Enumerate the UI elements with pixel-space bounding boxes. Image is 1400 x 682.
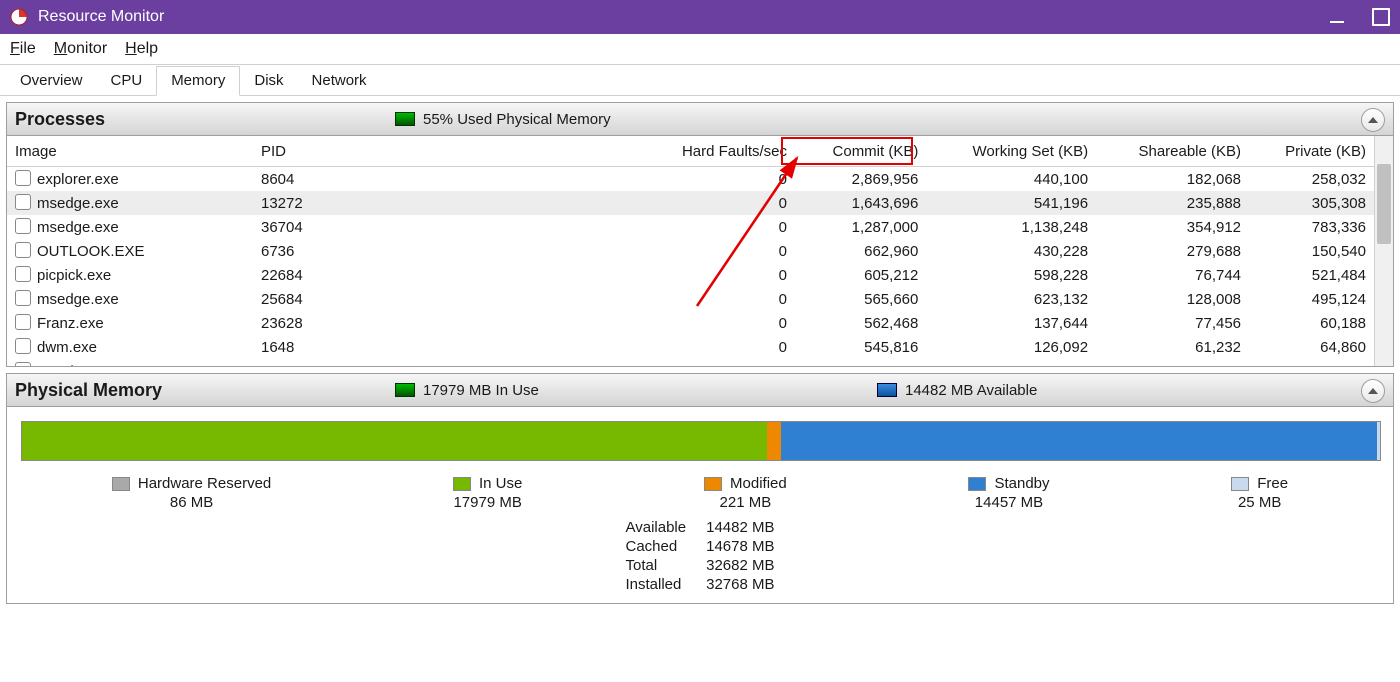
tab-disk[interactable]: Disk (240, 67, 297, 95)
physical-memory-header[interactable]: Physical Memory 17979 MB In Use 14482 MB… (7, 374, 1393, 407)
table-row[interactable]: OUTLOOK.EXE67360662,960430,228279,688150… (7, 239, 1374, 263)
row-checkbox[interactable] (15, 362, 31, 366)
col-pid[interactable]: PID (253, 136, 409, 167)
legend-in-use: In Use 17979 MB (453, 475, 522, 511)
processes-collapse-button[interactable] (1361, 108, 1385, 132)
physical-available-text: 14482 MB Available (905, 382, 1037, 399)
tab-network[interactable]: Network (298, 67, 381, 95)
window-titlebar: Resource Monitor (0, 0, 1400, 34)
memory-usage-icon (395, 112, 415, 126)
tab-bar: Overview CPU Memory Disk Network (0, 65, 1400, 96)
legend-hw-reserved: Hardware Reserved 86 MB (112, 475, 271, 511)
table-row[interactable]: msedge.exe256840565,660623,132128,008495… (7, 287, 1374, 311)
memory-legend: Hardware Reserved 86 MB In Use 17979 MB … (21, 475, 1379, 511)
physical-memory-body: Hardware Reserved 86 MB In Use 17979 MB … (7, 407, 1393, 603)
chevron-up-icon (1368, 117, 1378, 123)
row-checkbox[interactable] (15, 266, 31, 282)
processes-table: Image PID Hard Faults/sec Commit (KB) Wo… (7, 136, 1374, 366)
row-checkbox[interactable] (15, 242, 31, 258)
window-minimize-button[interactable] (1330, 21, 1344, 23)
processes-usage-text: 55% Used Physical Memory (423, 111, 611, 128)
membar-modified (767, 422, 781, 460)
row-checkbox[interactable] (15, 218, 31, 234)
window-maximize-button[interactable] (1372, 8, 1390, 26)
processes-panel-title: Processes (15, 109, 395, 130)
physical-collapse-button[interactable] (1361, 379, 1385, 403)
available-icon (877, 383, 897, 397)
membar-free (1377, 422, 1380, 460)
menu-file[interactable]: File (10, 40, 36, 58)
processes-header-row: Image PID Hard Faults/sec Commit (KB) Wo… (7, 136, 1374, 167)
physical-memory-panel: Physical Memory 17979 MB In Use 14482 MB… (6, 373, 1394, 604)
scrollbar-thumb[interactable] (1377, 164, 1391, 244)
legend-free: Free 25 MB (1231, 475, 1288, 511)
window-title: Resource Monitor (38, 8, 164, 26)
row-checkbox[interactable] (15, 314, 31, 330)
table-row[interactable]: msedge.exe3670401,287,0001,138,248354,91… (7, 215, 1374, 239)
table-row[interactable]: msedge.exe1327201,643,696541,196235,8883… (7, 191, 1374, 215)
tab-cpu[interactable]: CPU (97, 67, 157, 95)
membar-standby (781, 422, 1377, 460)
table-row[interactable]: msedge.exe282800500,056542,77688,748454,… (7, 359, 1374, 366)
in-use-icon (395, 383, 415, 397)
memory-summary: Available14482 MB Cached14678 MB Total32… (21, 519, 1379, 593)
table-row[interactable]: picpick.exe226840605,212598,22876,744521… (7, 263, 1374, 287)
row-checkbox[interactable] (15, 338, 31, 354)
chevron-up-icon (1368, 388, 1378, 394)
processes-panel: Processes 55% Used Physical Memory Image… (6, 102, 1394, 367)
table-row[interactable]: dwm.exe16480545,816126,09261,23264,860 (7, 335, 1374, 359)
physical-in-use-text: 17979 MB In Use (423, 382, 539, 399)
tab-memory[interactable]: Memory (156, 66, 240, 96)
menu-bar: File Monitor Help (0, 34, 1400, 65)
col-working-set[interactable]: Working Set (KB) (926, 136, 1096, 167)
col-commit[interactable]: Commit (KB) (795, 136, 926, 167)
col-shareable[interactable]: Shareable (KB) (1096, 136, 1249, 167)
membar-in-use (22, 422, 767, 460)
processes-table-wrap: Image PID Hard Faults/sec Commit (KB) Wo… (7, 136, 1393, 366)
col-private[interactable]: Private (KB) (1249, 136, 1374, 167)
menu-monitor[interactable]: Monitor (54, 40, 107, 58)
table-row[interactable]: explorer.exe860402,869,956440,100182,068… (7, 167, 1374, 192)
table-row[interactable]: Franz.exe236280562,468137,64477,45660,18… (7, 311, 1374, 335)
app-icon (10, 8, 28, 26)
legend-standby: Standby 14457 MB (968, 475, 1049, 511)
menu-help[interactable]: Help (125, 40, 158, 58)
col-image[interactable]: Image (7, 136, 253, 167)
tab-overview[interactable]: Overview (6, 67, 97, 95)
col-hard-faults[interactable]: Hard Faults/sec (409, 136, 795, 167)
row-checkbox[interactable] (15, 170, 31, 186)
memory-usage-bar (21, 421, 1381, 461)
physical-memory-title: Physical Memory (15, 380, 395, 401)
legend-modified: Modified 221 MB (704, 475, 787, 511)
processes-panel-header[interactable]: Processes 55% Used Physical Memory (7, 103, 1393, 136)
row-checkbox[interactable] (15, 194, 31, 210)
row-checkbox[interactable] (15, 290, 31, 306)
processes-scrollbar[interactable] (1374, 136, 1393, 366)
